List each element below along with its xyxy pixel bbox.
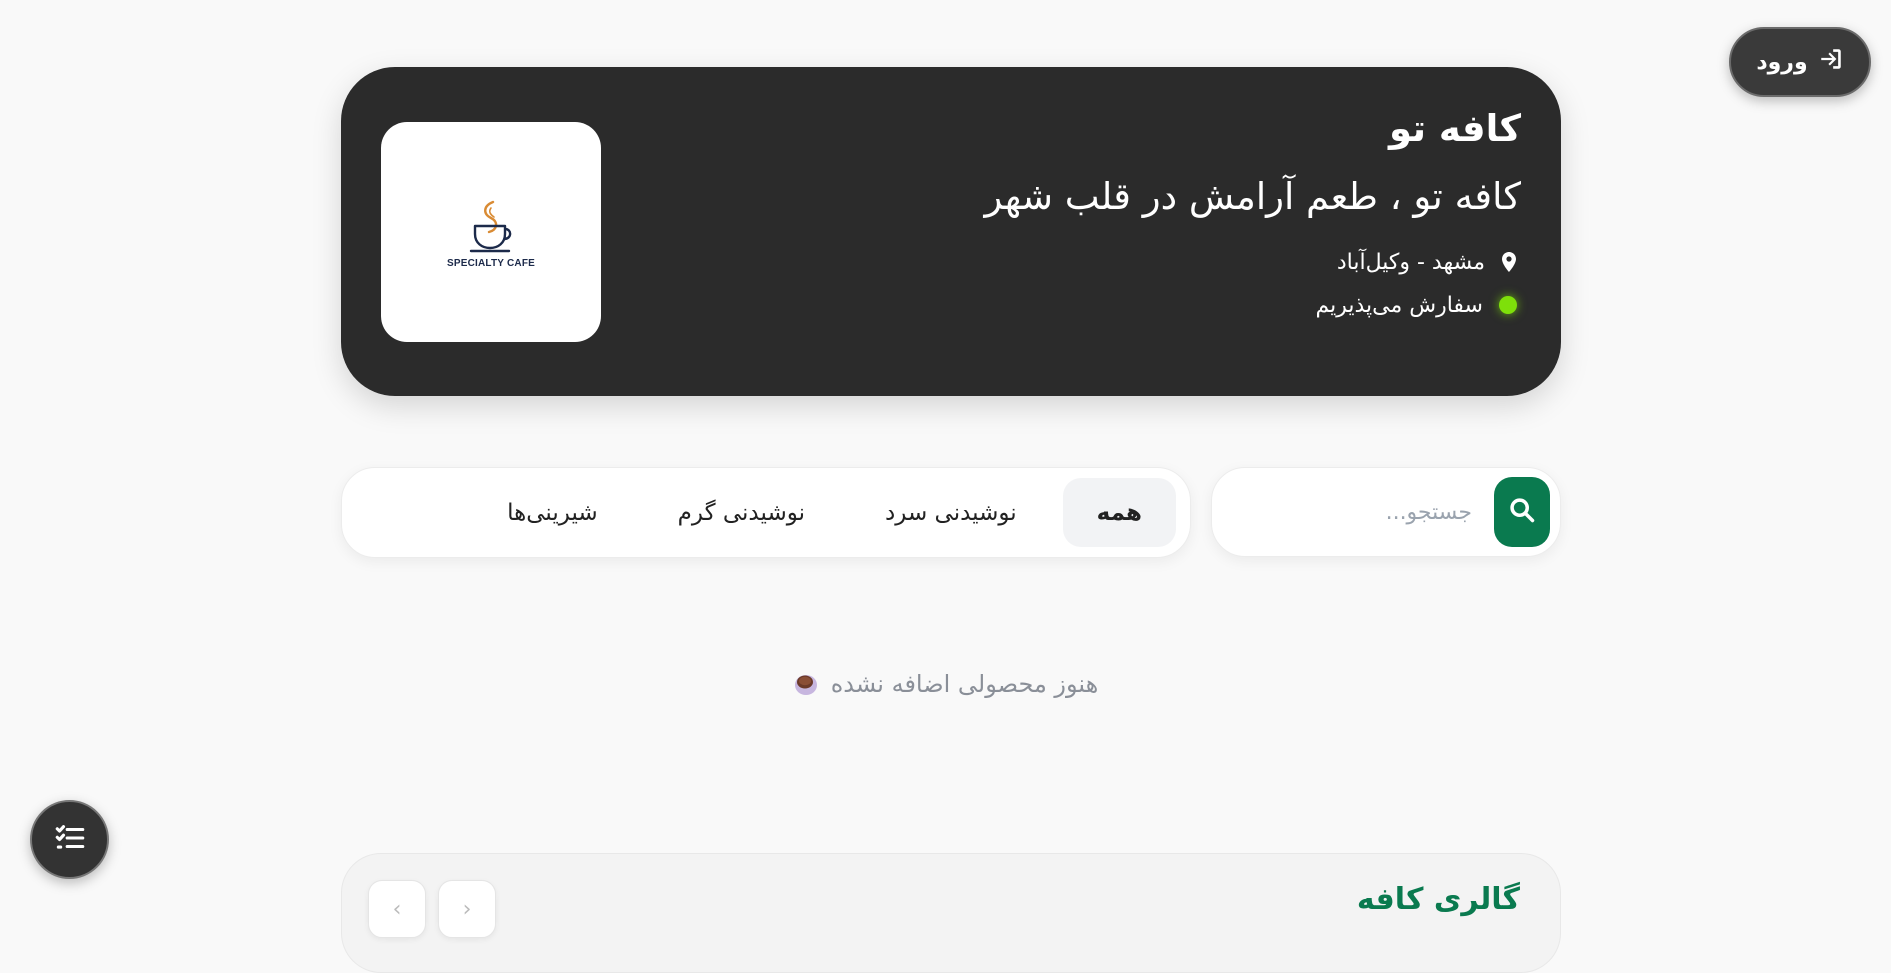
tab-hot-drinks[interactable]: نوشیدنی گرم: [644, 478, 839, 547]
search-box: [1211, 467, 1561, 557]
chevron-right-icon: ›: [462, 896, 472, 922]
gallery-title: گالری کافه: [1356, 882, 1520, 917]
tab-pastries[interactable]: شیرینی‌ها: [473, 478, 632, 547]
search-button[interactable]: [1494, 477, 1550, 547]
tab-all[interactable]: همه: [1062, 478, 1176, 547]
gallery-section: ‹ › گالری کافه: [341, 853, 1561, 973]
coffee-cup-icon: [793, 671, 819, 697]
menu-fab-button[interactable]: [30, 800, 109, 879]
cafe-status: سفارش می‌پذیریم: [1315, 292, 1483, 318]
map-pin-icon: [1497, 250, 1521, 274]
empty-products-message: هنوز محصولی اضافه نشده: [0, 670, 1891, 698]
chevron-left-icon: ‹: [392, 896, 402, 922]
login-button[interactable]: ورود: [1729, 27, 1871, 97]
sign-in-icon: [1818, 46, 1844, 78]
empty-message-text: هنوز محصولی اضافه نشده: [830, 670, 1099, 698]
login-label: ورود: [1756, 49, 1808, 75]
tab-cold-drinks[interactable]: نوشیدنی سرد: [851, 478, 1051, 547]
logo-text: SPECIALTY CAFE: [447, 257, 535, 269]
cafe-hero-card: SPECIALTY CAFE کافه تو کافه تو ، طعم آرا…: [341, 67, 1561, 396]
search-icon: [1508, 496, 1536, 528]
gallery-next-button[interactable]: ›: [438, 880, 496, 938]
cafe-status-row: سفارش می‌پذیریم: [761, 293, 1521, 318]
category-tabs: همه نوشیدنی سرد نوشیدنی گرم شیرینی‌ها: [341, 467, 1191, 558]
cafe-location: مشهد - وکیل‌آباد: [1336, 249, 1485, 275]
cafe-logo: SPECIALTY CAFE: [381, 122, 601, 342]
cafe-info: کافه تو کافه تو ، طعم آرامش در قلب شهر م…: [761, 107, 1521, 318]
cafe-tagline: کافه تو ، طعم آرامش در قلب شهر: [984, 175, 1521, 219]
status-indicator: [1499, 296, 1517, 315]
cafe-location-row: مشهد - وکیل‌آباد: [761, 250, 1521, 275]
checklist-icon: [53, 821, 87, 859]
coffee-cup-logo-icon: [469, 200, 512, 252]
search-input[interactable]: [1234, 498, 1474, 526]
gallery-prev-button[interactable]: ‹: [368, 880, 426, 938]
cafe-name: کافه تو: [1388, 107, 1521, 150]
